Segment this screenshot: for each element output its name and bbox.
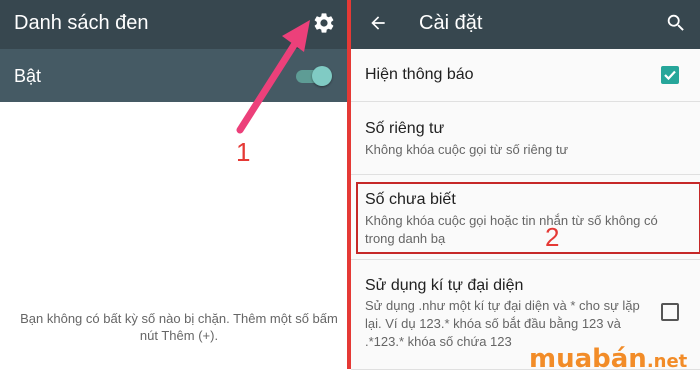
watermark-main: muabán xyxy=(529,344,647,374)
annotation-number-2: 2 xyxy=(545,222,560,252)
empty-message: Bạn không có bất kỳ số nào bị chặn. Thêm… xyxy=(20,311,338,343)
blacklist-panel: Danh sách đen Bật Bạn không có bất kỳ số… xyxy=(0,0,348,369)
setting-title: Hiện thông báo xyxy=(365,66,474,83)
annotation-highlight-box xyxy=(356,182,700,254)
watermark-logo: muabán.net xyxy=(529,344,687,374)
search-icon[interactable] xyxy=(665,12,687,34)
settings-panel: Cài đặt Hiện thông báo Số riêng tư Không… xyxy=(351,0,700,370)
settings-title: Cài đặt xyxy=(419,12,483,34)
setting-title: Sử dụng kí tự đại diện xyxy=(365,277,524,294)
check-icon xyxy=(664,70,676,81)
setting-private-number[interactable]: Số riêng tư Không khóa cuộc gọi từ số ri… xyxy=(351,102,700,175)
setting-subtitle: Không khóa cuộc gọi từ số riêng tư xyxy=(365,142,569,157)
pointer-arrow-icon xyxy=(236,20,310,134)
wildcard-checkbox[interactable] xyxy=(661,303,679,321)
show-notification-checkbox[interactable] xyxy=(661,66,679,84)
setting-show-notification[interactable]: Hiện thông báo xyxy=(351,49,700,102)
annotation-number-1: 1 xyxy=(236,137,251,167)
back-arrow-icon[interactable] xyxy=(368,13,388,33)
setting-title: Số riêng tư xyxy=(365,120,445,137)
settings-header: Cài đặt xyxy=(351,0,700,49)
setting-subtitle: Sử dụng .như một kí tự đại diện và * cho… xyxy=(365,298,640,349)
